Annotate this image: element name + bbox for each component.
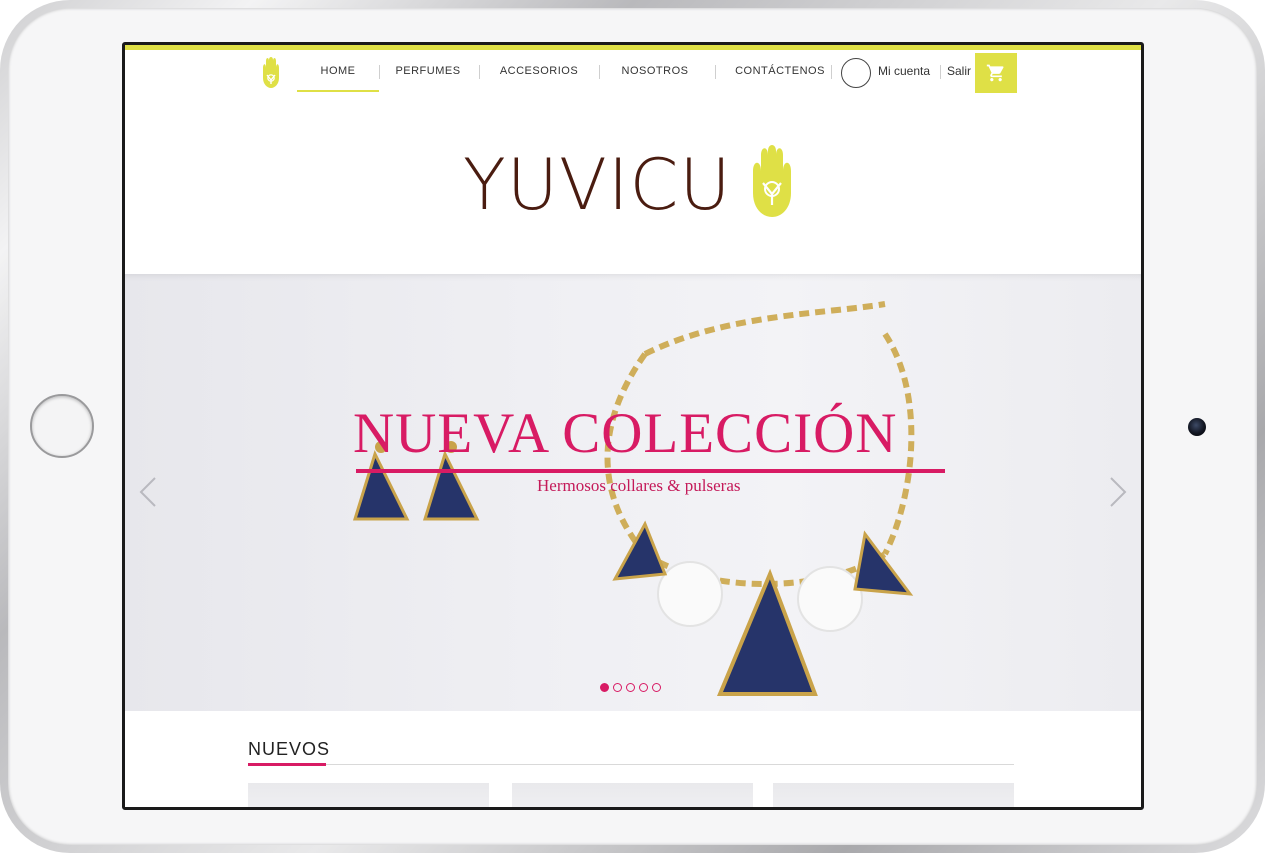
slider-dot[interactable]	[600, 683, 609, 692]
nav-perfumes[interactable]: PERFUMES	[387, 50, 469, 92]
hero-title: NUEVA COLECCIÓN	[353, 402, 898, 465]
tablet-frame: HOME PERFUMES ACCESORIOS NOSOTROS CONTÁC…	[0, 0, 1265, 853]
slider-dot[interactable]	[639, 683, 648, 692]
nav-accesorios-label: ACCESORIOS	[499, 65, 579, 77]
chevron-right-icon[interactable]	[1107, 475, 1129, 509]
account-link[interactable]: Mi cuenta	[878, 64, 930, 78]
nav-divider	[479, 65, 480, 79]
home-button[interactable]	[30, 394, 94, 458]
nav-nosotros-label: NOSOTROS	[621, 65, 689, 77]
nav-home[interactable]: HOME	[297, 50, 379, 92]
logout-link[interactable]: Salir	[947, 64, 971, 78]
slider-dot[interactable]	[652, 683, 661, 692]
product-card[interactable]	[248, 783, 489, 807]
section-title-accent	[248, 763, 326, 766]
cart-button[interactable]	[975, 53, 1017, 93]
hero-subtitle: Hermosos collares & pulseras	[537, 476, 741, 495]
nav-divider	[379, 65, 380, 79]
cart-icon	[986, 64, 1004, 82]
nav-contactenos-label: CONTÁCTENOS	[735, 65, 825, 77]
section-title: NUEVOS	[248, 739, 331, 759]
product-card[interactable]	[773, 783, 1014, 807]
account-avatar[interactable]	[841, 58, 871, 88]
hamsa-hand-icon	[753, 145, 791, 217]
hero-slider: NUEVA COLECCIÓN Hermosos collares & puls…	[125, 274, 1141, 711]
nav-divider	[831, 65, 832, 79]
nav-nosotros[interactable]: NOSOTROS	[609, 50, 701, 92]
slider-dot[interactable]	[626, 683, 635, 692]
hamsa-hand-icon[interactable]	[256, 57, 286, 89]
front-camera	[1188, 418, 1206, 436]
screen: HOME PERFUMES ACCESORIOS NOSOTROS CONTÁC…	[122, 42, 1144, 810]
nav-divider	[599, 65, 600, 79]
section-divider	[248, 764, 1014, 765]
hero-title-underline	[356, 469, 945, 473]
nav-accesorios[interactable]: ACCESORIOS	[489, 50, 589, 92]
nav-divider	[715, 65, 716, 79]
brand-header: YUVICU	[125, 145, 1141, 225]
nav-divider	[940, 65, 941, 79]
nav-perfumes-label: PERFUMES	[395, 65, 461, 77]
nav-contactenos[interactable]: CONTÁCTENOS	[725, 50, 835, 92]
product-card[interactable]	[512, 783, 753, 807]
brand-name[interactable]: YUVICU	[463, 145, 732, 225]
main-nav: HOME PERFUMES ACCESORIOS NOSOTROS CONTÁC…	[125, 50, 1141, 93]
chevron-left-icon[interactable]	[137, 475, 159, 509]
nav-home-label: HOME	[320, 65, 356, 77]
slider-dot[interactable]	[613, 683, 622, 692]
slider-dots	[600, 683, 661, 692]
